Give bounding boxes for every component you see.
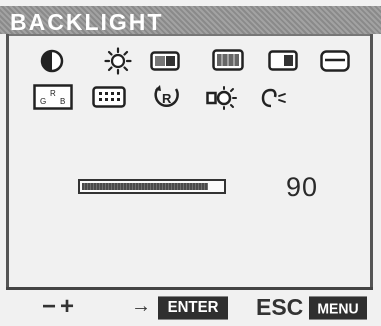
- svg-text:R: R: [50, 89, 56, 98]
- slider-fill: [82, 183, 208, 190]
- backlight-slider[interactable]: [78, 179, 226, 194]
- reset-icon[interactable]: R: [152, 84, 182, 112]
- footer-divider: [6, 287, 373, 290]
- svg-text:G: G: [40, 97, 46, 106]
- arrow-icon: →: [131, 295, 151, 317]
- color-rgb-icon[interactable]: G R B: [33, 84, 73, 110]
- size-icon[interactable]: [212, 49, 244, 71]
- adjust-keys-label: −+: [42, 293, 79, 320]
- footer-bar: −+ → ENTER ESC MENU: [0, 292, 381, 326]
- position-icon[interactable]: [150, 51, 180, 71]
- esc-label: ESC: [256, 294, 304, 320]
- svg-text:B: B: [60, 97, 65, 106]
- page-title: BACKLIGHT: [10, 9, 164, 35]
- brightness-icon[interactable]: [104, 47, 132, 75]
- contrast-icon[interactable]: [40, 49, 64, 73]
- title-bar: BACKLIGHT: [0, 6, 381, 35]
- frame-right-border: [370, 34, 373, 288]
- frame-top-border: [6, 34, 373, 36]
- svg-text:R: R: [162, 91, 172, 106]
- monitor-icon[interactable]: [320, 50, 350, 72]
- menu-key[interactable]: MENU: [309, 296, 367, 320]
- audio-icon[interactable]: [259, 86, 289, 110]
- enter-key[interactable]: ENTER: [158, 296, 228, 320]
- backlight-icon[interactable]: [206, 86, 240, 110]
- backlight-value: 90: [286, 172, 319, 202]
- frame-left-border: [6, 34, 9, 288]
- display-icon[interactable]: [268, 50, 298, 71]
- osd-icon[interactable]: [92, 86, 126, 108]
- osd-screen: BACKLIGHT G R B R 90 −+ → ENTER ESC MENU: [0, 0, 381, 326]
